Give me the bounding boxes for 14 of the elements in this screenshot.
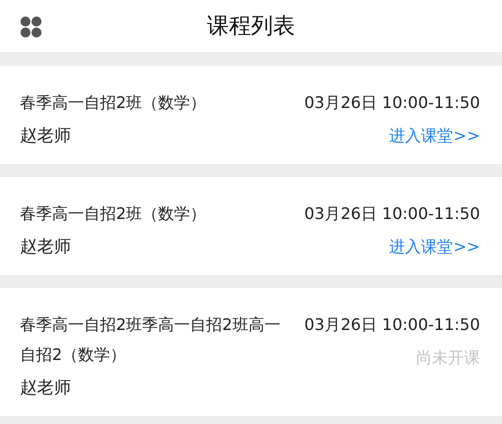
enter-class-link[interactable]: 进入课堂>> — [389, 233, 480, 261]
course-title: 春季高一自招2班（数学） — [20, 203, 208, 225]
course-title: 春季高一自招2班（数学） — [20, 92, 208, 114]
class-time: 03月26日 10:00-11:50 — [304, 92, 480, 114]
class-time: 03月26日 10:00-11:50 — [304, 203, 480, 225]
enter-class-link[interactable]: 进入课堂>> — [389, 122, 480, 150]
class-time: 03月26日 10:00-11:50 — [304, 314, 480, 336]
status-label: 尚未开课 — [416, 347, 480, 369]
teacher-name: 赵老师 — [20, 125, 72, 148]
teacher-name: 赵老师 — [20, 236, 72, 259]
teacher-name: 赵老师 — [20, 377, 72, 400]
page-title: 课程列表 — [207, 13, 295, 41]
menu-icon[interactable] — [20, 16, 42, 38]
course-title: 春季高一自招2班季高一自招2班高一自招2（数学） — [20, 314, 282, 366]
